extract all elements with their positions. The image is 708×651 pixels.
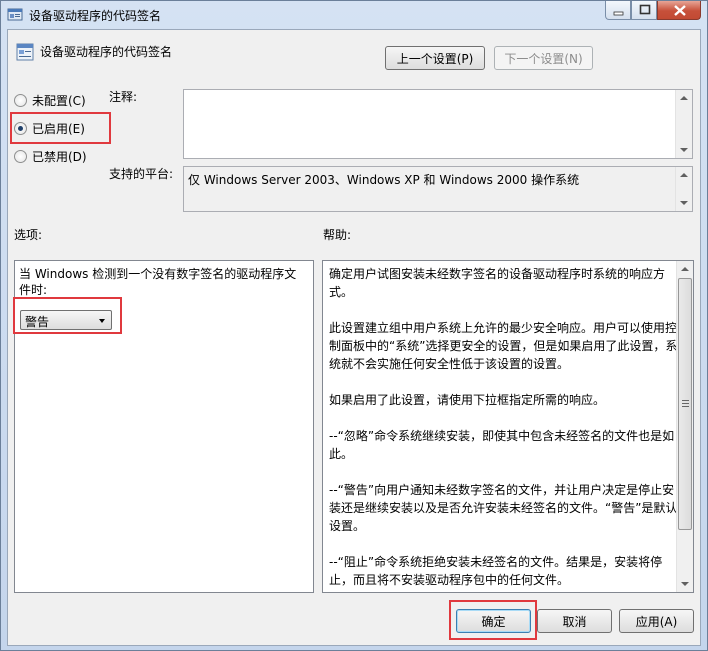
comment-textbox[interactable] [183,89,693,159]
scroll-down-icon[interactable] [681,582,689,586]
help-paragraph: 如果启用了此设置，请使用下拉框指定所需的响应。 [329,393,606,407]
title-bar[interactable]: 设备驱动程序的代码签名 [1,1,707,29]
cancel-button[interactable]: 取消 [537,609,612,633]
scroll-up-icon[interactable] [681,267,689,271]
platform-scrollbar[interactable] [675,167,692,211]
maximize-icon [639,4,651,15]
scroll-down-icon[interactable] [680,201,688,205]
comment-scrollbar[interactable] [675,90,692,158]
comment-label: 注释: [109,90,138,104]
help-paragraph: 此设置建立组中用户系统上允许的最少安全响应。用户可以使用控制面板中的“系统”选择… [329,321,678,371]
close-button[interactable] [657,1,701,20]
help-text: 确定用户试图安装未经数字签名的设备驱动程序时系统的响应方式。 此设置建立组中用户… [329,265,681,607]
policy-settings-icon [7,8,23,21]
scroll-thumb[interactable] [678,278,692,530]
next-setting-button[interactable]: 下一个设置(N) [494,46,593,70]
help-panel: 确定用户试图安装未经数字签名的设备驱动程序时系统的响应方式。 此设置建立组中用户… [322,260,694,593]
policy-dialog-window: 设备驱动程序的代码签名 设备驱动程序的代码签名 上一个设置(P) 下一个设置(N… [0,0,708,651]
options-description: 当 Windows 检测到一个没有数字签名的驱动程序文件时: [19,267,297,297]
scroll-up-icon[interactable] [680,173,688,177]
radio-label: 未配置(C) [32,94,86,108]
radio-circle[interactable] [14,94,27,107]
platform-label: 支持的平台: [109,167,174,181]
window-controls [605,1,701,21]
help-scrollbar[interactable] [676,261,693,592]
scroll-down-icon[interactable] [680,148,688,152]
close-icon [674,5,686,16]
apply-button[interactable]: 应用(A) [619,609,694,633]
highlight-dropdown [13,297,122,334]
radio-label: 已禁用(D) [32,150,87,164]
platform-value: 仅 Windows Server 2003、Windows XP 和 Windo… [188,173,580,187]
policy-title: 设备驱动程序的代码签名 [40,45,173,59]
maximize-button[interactable] [631,1,657,20]
radio-circle[interactable] [14,150,27,163]
help-paragraph: --“忽略”命令系统继续安装，即使其中包含未经签名的文件也是如此。 [329,429,675,461]
help-paragraph: --“警告”向用户通知未经数字签名的文件，并让用户决定是停止安装还是继续安装以及… [329,483,678,533]
highlight-enabled [10,112,111,144]
highlight-ok [449,600,537,640]
previous-setting-button[interactable]: 上一个设置(P) [385,46,485,70]
minimize-button[interactable] [605,1,631,20]
help-paragraph: 确定用户试图安装未经数字签名的设备驱动程序时系统的响应方式。 [329,267,666,299]
grip-icon [682,400,689,401]
dialog-client-area: 设备驱动程序的代码签名 上一个设置(P) 下一个设置(N) 未配置(C) 已启用… [7,29,701,646]
scroll-up-icon[interactable] [680,96,688,100]
help-label: 帮助: [323,228,352,242]
policy-icon [16,43,34,61]
radio-disabled[interactable]: 已禁用(D) [14,148,87,165]
platform-textbox: 仅 Windows Server 2003、Windows XP 和 Windo… [183,166,693,212]
radio-not-configured[interactable]: 未配置(C) [14,92,86,109]
options-label: 选项: [14,228,43,242]
window-title: 设备驱动程序的代码签名 [29,9,162,23]
minimize-icon [613,11,624,16]
help-paragraph: --“阻止”命令系统拒绝安装未经签名的文件。结果是，安装将停止，而且将不安装驱动… [329,555,663,587]
